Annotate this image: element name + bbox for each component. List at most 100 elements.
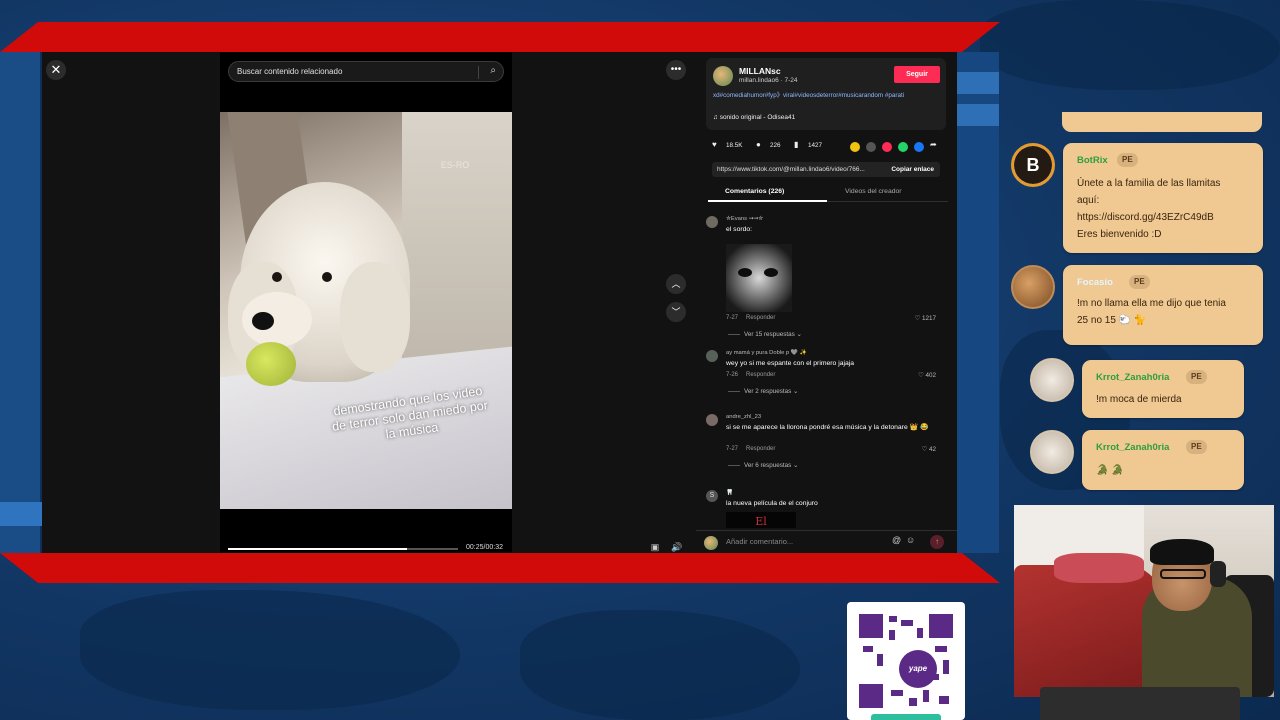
reply-button[interactable]: Responder — [746, 315, 775, 321]
chat-line: 25 no 15 🐑 🐈 — [1077, 315, 1147, 326]
reply-button[interactable]: Responder — [746, 372, 775, 378]
cam-glasses — [1160, 569, 1206, 579]
embed-icon[interactable] — [866, 142, 876, 152]
comment-text: la nueva película de el conjuro — [726, 500, 818, 507]
chat-badge: PE — [1117, 153, 1138, 167]
tab-creator-videos[interactable]: Videos del creador — [845, 188, 902, 195]
link-row: https://www.tiktok.com/@millan.lindao6/v… — [712, 162, 940, 177]
previous-video-button[interactable]: ︿ — [666, 274, 686, 294]
comment-user[interactable]: ay mamá y pura Doble p 🩶 ✨ — [726, 350, 807, 356]
video-progress-fill — [228, 548, 408, 550]
chat-text: !m moca de mierda — [1096, 394, 1182, 405]
overlay-red-bar-top — [0, 22, 1000, 52]
comment-likes[interactable]: ♡ 42 — [922, 446, 936, 453]
heart-outline-icon: ♡ — [921, 446, 929, 453]
view-replies-button[interactable]: Ver 2 respuestas ⌄ — [728, 388, 798, 395]
comments-list: ✮Evans ⇝⇝✮ el sordo: 7-27 Responder ♡ 121… — [696, 210, 957, 528]
tennis-ball — [246, 342, 296, 386]
search-icon[interactable]: ⌕ — [490, 65, 496, 76]
comment-user[interactable]: ✮Evans ⇝⇝✮ — [726, 216, 763, 222]
emoji-icon[interactable]: ☺ — [906, 535, 915, 545]
comment-item: S 🦷 la nueva película de el conjuro El C… — [706, 490, 946, 528]
more-options-button[interactable]: ••• — [666, 60, 686, 80]
view-replies-button[interactable]: Ver 15 respuestas ⌄ — [728, 331, 802, 338]
video-progress-bar[interactable] — [228, 548, 458, 550]
cam-clothes — [1054, 553, 1144, 583]
overlay-red-bar-bottom — [0, 553, 1000, 583]
comment-image[interactable] — [726, 244, 792, 312]
comment-likes[interactable]: ♡ 1217 — [915, 315, 936, 322]
comment-text: el sordo: — [726, 226, 753, 233]
sound-link[interactable]: ♫ sonido original - Odisea41 — [713, 114, 795, 121]
chat-text: Únete a la familia de las llamitas aquí:… — [1077, 175, 1220, 243]
video-player[interactable]: ES-RO demostrando que los video de terro… — [220, 112, 512, 509]
botrix-logo-icon: B — [1014, 146, 1052, 184]
comment-date: 7-27 — [726, 315, 739, 321]
bookmark-icon[interactable]: ▮ — [794, 140, 798, 149]
comment-text: wey yo si me espante con el primero jaja… — [726, 360, 855, 367]
heart-outline-icon: ♡ — [914, 315, 922, 322]
whatsapp-icon[interactable] — [898, 142, 908, 152]
engagement-stats: ♥ 18.5K ● 226 ▮ 1427 ➦ — [712, 140, 944, 154]
chat-message: BotRix PE Únete a la familia de las llam… — [1063, 143, 1263, 253]
next-video-button[interactable]: ﹀ — [666, 302, 686, 322]
dog-ear — [340, 262, 410, 372]
headset-icon — [1210, 561, 1226, 587]
mention-icon[interactable]: @ — [892, 535, 901, 545]
comment-input[interactable]: Añadir comentario... — [726, 537, 793, 546]
avatar[interactable]: S — [706, 490, 718, 502]
coin-icon[interactable] — [850, 142, 860, 152]
overlay-frame-right — [957, 52, 999, 553]
follow-button[interactable]: Seguir — [894, 66, 940, 83]
dog-eye — [322, 272, 332, 282]
comment-like-count: 1217 — [921, 315, 936, 322]
comment-image[interactable]: El CONJURO 3 — [726, 512, 796, 528]
dog-nose — [252, 312, 274, 330]
post-description[interactable]: xd#comediahumor#fyp》viral#videosdeterror… — [713, 92, 941, 100]
search-input[interactable]: Buscar contenido relacionado ⌕ — [228, 61, 504, 82]
comment-date: 7-27 — [726, 446, 739, 452]
comment-user[interactable]: 🦷 — [726, 490, 733, 496]
author-card: MILLANsc millan.lindao6 · 7-24 Seguir xd… — [706, 58, 946, 130]
send-comment-button[interactable]: ↑ — [930, 535, 944, 549]
copy-link-button[interactable]: Copiar enlace — [891, 166, 934, 173]
avatar[interactable] — [713, 66, 733, 86]
volume-button[interactable]: 🔊 — [670, 542, 684, 553]
video-wall — [402, 112, 512, 372]
chat-username: Krrot_Zanah0ria — [1096, 372, 1170, 383]
avatar: B — [1011, 143, 1055, 187]
chat-text: !m no llama ella me dijo que tenia 25 no… — [1077, 295, 1226, 329]
comment-likes[interactable]: ♡ 402 — [918, 372, 936, 379]
comment-like-count: 42 — [928, 446, 936, 453]
qr-footer — [871, 714, 941, 720]
chat-line: Eres bienvenido :D — [1077, 229, 1162, 240]
tab-underline — [708, 200, 827, 202]
avatar[interactable] — [706, 216, 718, 228]
comment-user[interactable]: andre_zhl_23 — [726, 414, 761, 420]
avatar[interactable] — [706, 414, 718, 426]
chat-username: Krrot_Zanah0ria — [1096, 442, 1170, 453]
tab-comments[interactable]: Comentarios (226) — [725, 188, 784, 195]
details-panel: MILLANsc millan.lindao6 · 7-24 Seguir xd… — [696, 52, 957, 553]
music-note-icon: ♫ — [713, 114, 720, 121]
author-name[interactable]: MILLANsc — [739, 66, 781, 76]
avatar — [1030, 358, 1074, 402]
reply-button[interactable]: Responder — [746, 446, 775, 452]
saves-count: 1427 — [808, 142, 823, 149]
comment-icon[interactable]: ● — [756, 140, 761, 149]
view-replies-button[interactable]: Ver 6 respuestas ⌄ — [728, 462, 798, 469]
avatar — [1030, 430, 1074, 474]
video-timecode: 00:25/00:32 — [466, 544, 503, 551]
post-link[interactable]: https://www.tiktok.com/@millan.lindao6/v… — [717, 166, 879, 173]
captions-button[interactable]: ▣ — [648, 542, 662, 553]
chat-line: Únete a la familia de las llamitas — [1077, 178, 1221, 189]
send-icon[interactable] — [882, 142, 892, 152]
chat-username: BotRix — [1077, 155, 1108, 166]
comment-date: 7-26 — [726, 372, 739, 378]
heart-icon[interactable]: ♥ — [712, 140, 717, 149]
share-arrow-icon[interactable]: ➦ — [930, 140, 937, 149]
close-button[interactable]: ✕ — [46, 60, 66, 80]
chat-badge: PE — [1186, 440, 1207, 454]
avatar[interactable] — [706, 350, 718, 362]
facebook-icon[interactable] — [914, 142, 924, 152]
